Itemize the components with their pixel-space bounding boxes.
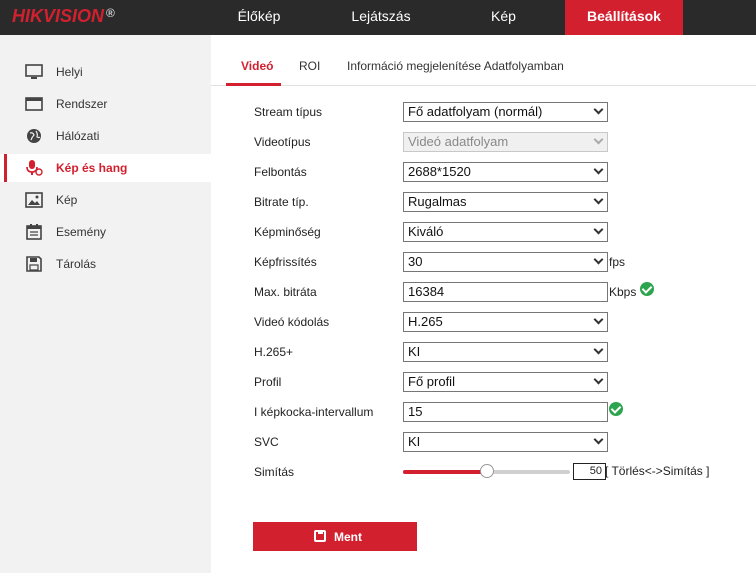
h265plus-value: KI — [408, 344, 421, 359]
registered-mark: ® — [106, 6, 115, 20]
tab-roi[interactable]: ROI — [299, 59, 320, 73]
tab-bar: Videó ROI Információ megjelenítése Adatf… — [211, 35, 756, 86]
bitrate-type-label: Bitrate típ. — [254, 195, 309, 209]
sidebar-item-label: Helyi — [56, 65, 83, 79]
tab-stream-info[interactable]: Információ megjelenítése Adatfolyamban — [347, 59, 564, 73]
max-bitrate-input[interactable]: 16384 — [403, 282, 608, 302]
frame-rate-unit: fps — [609, 255, 626, 269]
bitrate-type-value: Rugalmas — [408, 194, 467, 209]
frame-rate-label: Képfrissítés — [254, 255, 317, 269]
quality-value: Kiváló — [408, 224, 444, 239]
smoothing-label: Simítás — [254, 465, 295, 479]
main-panel: Videó ROI Információ megjelenítése Adatf… — [211, 35, 756, 573]
tab-video[interactable]: Videó — [241, 59, 273, 73]
nav-picture[interactable]: Kép — [456, 0, 551, 35]
resolution-value: 2688*1520 — [408, 164, 471, 179]
svc-label: SVC — [254, 435, 279, 449]
system-icon — [25, 97, 43, 111]
smoothing-value[interactable]: 50 — [573, 463, 606, 480]
check-circle-icon — [609, 402, 623, 416]
svc-select[interactable]: KI — [403, 432, 608, 452]
storage-icon — [26, 256, 42, 272]
sidebar-item-label: Kép és hang — [56, 161, 128, 175]
chevron-down-icon — [593, 134, 604, 145]
profile-label: Profil — [254, 375, 282, 389]
encoding-value: H.265 — [408, 314, 443, 329]
monitor-icon — [25, 64, 43, 79]
chevron-down-icon — [593, 104, 604, 115]
calendar-icon — [26, 224, 42, 240]
save-button-label: Ment — [334, 530, 362, 544]
frame-rate-select[interactable]: 30 — [403, 252, 608, 272]
chevron-down-icon — [593, 314, 604, 325]
h265plus-select[interactable]: KI — [403, 342, 608, 362]
stream-type-value: Fő adatfolyam (normál) — [408, 104, 543, 119]
video-type-value: Videó adatfolyam — [408, 134, 509, 149]
floppy-disk-icon — [314, 530, 326, 542]
smoothing-slider[interactable] — [403, 464, 570, 478]
quality-label: Képminőség — [254, 225, 321, 239]
nav-playback[interactable]: Lejátszás — [326, 0, 436, 35]
bitrate-type-select[interactable]: Rugalmas — [403, 192, 608, 212]
sidebar-item-label: Tárolás — [56, 257, 97, 271]
max-bitrate-label: Max. bitráta — [254, 285, 317, 299]
frame-rate-value: 30 — [408, 254, 423, 269]
stream-type-label: Stream típus — [254, 105, 323, 119]
sidebar-item-label: Rendszer — [56, 97, 108, 111]
brand-logo: HIKVISION ® — [12, 6, 115, 27]
chevron-down-icon — [593, 374, 604, 385]
profile-select[interactable]: Fő profil — [403, 372, 608, 392]
chevron-down-icon — [593, 224, 604, 235]
video-audio-icon — [26, 160, 43, 176]
iframe-interval-label: I képkocka-intervallum — [254, 405, 374, 419]
resolution-label: Felbontás — [254, 165, 307, 179]
sidebar-item-system[interactable]: Rendszer — [0, 90, 211, 118]
nav-configuration[interactable]: Beállítások — [565, 0, 683, 35]
sidebar: Helyi Rendszer Hálózati Kép és hang Kép … — [0, 35, 211, 573]
smoothing-slider-thumb[interactable] — [480, 464, 494, 478]
quality-select[interactable]: Kiváló — [403, 222, 608, 242]
chevron-down-icon — [593, 344, 604, 355]
sidebar-item-storage[interactable]: Tárolás — [0, 250, 211, 278]
sidebar-item-local[interactable]: Helyi — [0, 58, 211, 86]
profile-value: Fő profil — [408, 374, 455, 389]
top-bar: HIKVISION ® Élőkép Lejátszás Kép Beállítá… — [0, 0, 756, 35]
tab-active-indicator — [226, 83, 281, 86]
chevron-down-icon — [593, 434, 604, 445]
encoding-label: Videó kódolás — [254, 315, 330, 329]
resolution-select[interactable]: 2688*1520 — [403, 162, 608, 182]
sidebar-item-video-audio[interactable]: Kép és hang — [0, 154, 211, 182]
globe-icon — [27, 129, 41, 143]
iframe-interval-value: 15 — [408, 404, 423, 419]
nav-live-view[interactable]: Élőkép — [211, 0, 307, 35]
sidebar-item-label: Esemény — [56, 225, 107, 239]
sidebar-item-network[interactable]: Hálózati — [0, 122, 211, 150]
video-type-label: Videotípus — [254, 135, 311, 149]
h265plus-label: H.265+ — [254, 345, 294, 359]
image-icon — [25, 192, 43, 208]
chevron-down-icon — [593, 254, 604, 265]
chevron-down-icon — [593, 194, 604, 205]
max-bitrate-value: 16384 — [408, 284, 445, 299]
sidebar-item-label: Kép — [56, 193, 78, 207]
stream-type-select[interactable]: Fő adatfolyam (normál) — [403, 102, 608, 122]
smoothing-hint: [ Törlés<->Simítás ] — [605, 464, 710, 478]
smoothing-slider-fill — [403, 470, 487, 474]
video-type-select: Videó adatfolyam — [403, 132, 608, 152]
sidebar-item-image[interactable]: Kép — [0, 186, 211, 214]
max-bitrate-unit: Kbps — [609, 285, 637, 299]
sidebar-item-event[interactable]: Esemény — [0, 218, 211, 246]
check-circle-icon — [640, 282, 654, 296]
brand-name: HIKVISION — [12, 6, 105, 26]
encoding-select[interactable]: H.265 — [403, 312, 608, 332]
sidebar-item-label: Hálózati — [56, 129, 100, 143]
svc-value: KI — [408, 434, 421, 449]
save-button[interactable]: Ment — [253, 522, 417, 551]
iframe-interval-input[interactable]: 15 — [403, 402, 608, 422]
chevron-down-icon — [593, 164, 604, 175]
